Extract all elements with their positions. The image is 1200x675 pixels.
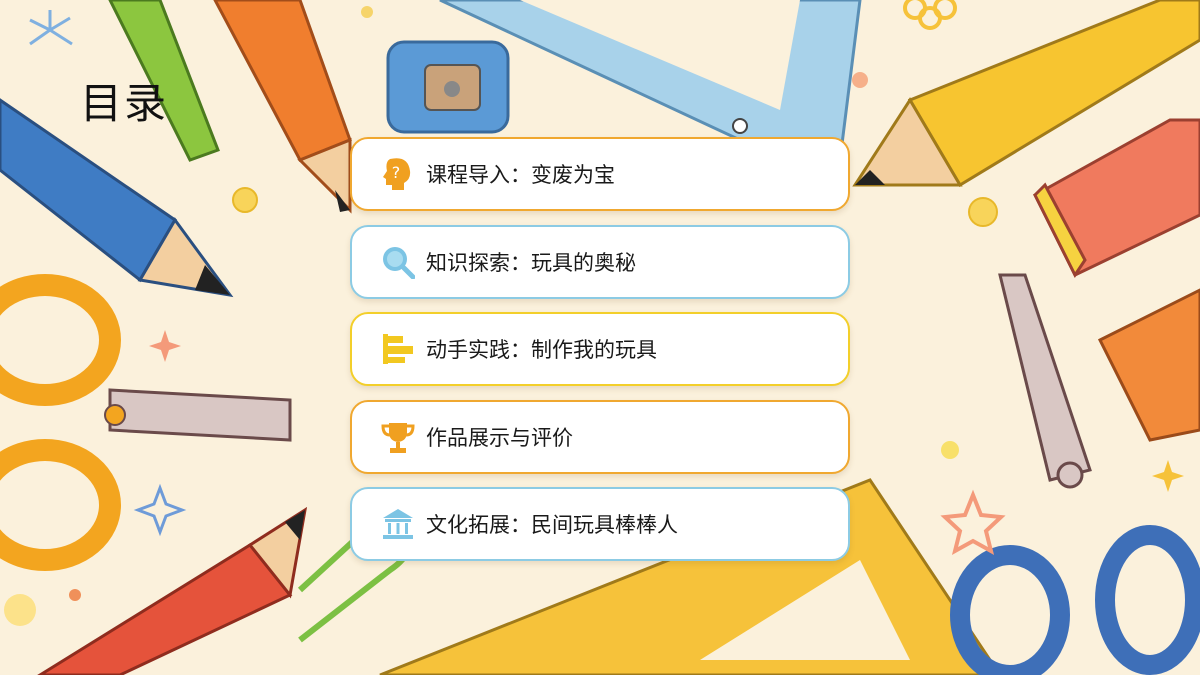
table-of-contents: ? 课程导入：变废为宝 知识探索：玩具的奥秘 动手实践：制作我的玩具 作品展示与… — [350, 137, 850, 575]
toc-item-label: 知识探索：玩具的奥秘 — [426, 250, 636, 275]
toc-item-showcase[interactable]: 作品展示与评价 — [350, 399, 850, 474]
page-title: 目录 — [80, 79, 169, 128]
tools-icon — [380, 331, 416, 367]
lightbulb-head-icon: ? — [380, 156, 416, 192]
svg-text:?: ? — [392, 163, 401, 182]
toc-item-label: 动手实践：制作我的玩具 — [426, 338, 657, 362]
toc-item-hands-on[interactable]: 动手实践：制作我的玩具 — [350, 312, 850, 386]
toc-item-label: 文化拓展：民间玩具棒棒人 — [426, 513, 678, 537]
toc-item-culture[interactable]: 文化拓展：民间玩具棒棒人 — [350, 487, 850, 561]
toc-item-label: 作品展示与评价 — [426, 425, 573, 450]
toc-item-knowledge[interactable]: 知识探索：玩具的奥秘 — [350, 224, 850, 299]
toc-item-course-intro[interactable]: ? 课程导入：变废为宝 — [350, 137, 850, 211]
sharpener — [386, 40, 510, 134]
trophy-icon — [380, 419, 416, 455]
magnifier-icon — [380, 244, 416, 280]
toc-item-label: 课程导入：变废为宝 — [426, 163, 615, 187]
temple-icon — [380, 506, 416, 542]
